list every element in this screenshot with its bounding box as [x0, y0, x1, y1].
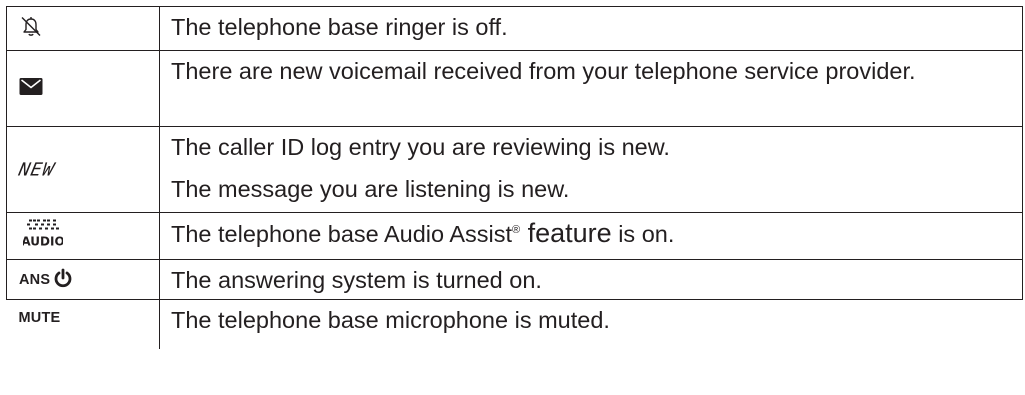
description-text: There are new voicemail received from yo… [171, 58, 916, 84]
description-cell: The telephone base microphone is muted. [159, 299, 1023, 349]
new-indicator-icon: NEW [16, 159, 57, 180]
description-text: The caller ID log entry you are reviewin… [171, 134, 670, 160]
table-row: The telephone base ringer is off. [6, 6, 1023, 51]
description-text: The telephone base ringer is off. [171, 14, 508, 40]
description-cell: There are new voicemail received from yo… [159, 50, 1023, 127]
description-text: The message you are listening is new. [171, 176, 570, 202]
icon-cell: ANS [6, 259, 160, 300]
answering-system-icon: ANS [19, 268, 73, 292]
description-cell: The telephone base Audio Assist® feature… [159, 212, 1023, 260]
table-row: MUTE The telephone base microphone is mu… [6, 299, 1023, 349]
description-text: The telephone base microphone is muted. [171, 307, 610, 333]
description-text: The telephone base Audio Assist® feature… [171, 218, 675, 248]
table-row: AUDIO The telephone base Audio Assist® f… [6, 212, 1023, 260]
description-cell: The telephone base ringer is off. [159, 6, 1023, 51]
svg-text:AUDIO: AUDIO [23, 235, 63, 249]
icon-cell: AUDIO [6, 212, 160, 260]
power-icon [53, 268, 73, 292]
envelope-icon [19, 77, 43, 100]
icon-cell [6, 6, 160, 51]
description-cell: The caller ID log entry you are reviewin… [159, 126, 1023, 213]
table-row: There are new voicemail received from yo… [6, 50, 1023, 127]
mute-indicator-icon: MUTE [18, 310, 61, 326]
icon-legend-table: The telephone base ringer is off. There … [6, 6, 1023, 349]
table-row: NEW The caller ID log entry you are revi… [6, 126, 1023, 213]
icon-cell: MUTE [6, 299, 160, 349]
ringer-off-icon [19, 14, 43, 43]
icon-cell: NEW [6, 126, 160, 213]
registered-mark: ® [512, 224, 521, 237]
table-row: ANS The answering system is turned on. [6, 259, 1023, 300]
ans-label: ANS [19, 271, 51, 288]
icon-cell [6, 50, 160, 127]
audio-assist-icon: AUDIO [21, 219, 65, 254]
description-cell: The answering system is turned on. [159, 259, 1023, 300]
description-text: The answering system is turned on. [171, 267, 542, 293]
